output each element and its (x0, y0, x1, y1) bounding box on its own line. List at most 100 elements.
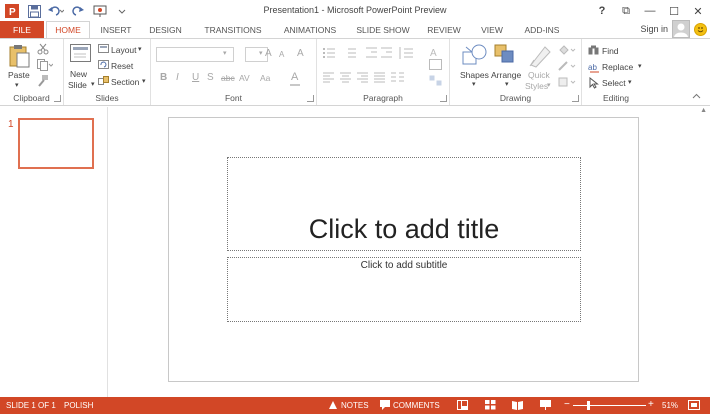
smartart-icon[interactable] (429, 75, 443, 89)
select-button[interactable]: Select (602, 78, 626, 88)
layout-icon[interactable] (98, 44, 109, 56)
comments-button[interactable]: COMMENTS (393, 401, 440, 410)
section-icon[interactable] (98, 76, 109, 88)
drawing-dialog-launcher[interactable] (572, 95, 579, 102)
align-left-icon[interactable] (323, 72, 335, 85)
align-text-icon[interactable] (429, 59, 443, 73)
normal-view-icon[interactable] (457, 400, 468, 410)
select-icon[interactable] (589, 76, 599, 91)
shapes-button[interactable]: Shapes (460, 70, 489, 80)
grow-font-button[interactable]: A (265, 48, 272, 59)
underline-button[interactable]: U (192, 72, 199, 83)
new-slide-label-line1[interactable]: New (70, 69, 87, 79)
clear-formatting-button[interactable]: A (297, 48, 304, 59)
format-painter-icon[interactable] (37, 75, 49, 89)
shape-outline-icon[interactable] (558, 61, 576, 74)
notes-button[interactable]: NOTES (341, 401, 369, 410)
decrease-indent-icon[interactable] (366, 47, 378, 61)
shape-effects-icon[interactable] (558, 77, 576, 90)
tab-animations[interactable]: ANIMATIONS (278, 21, 342, 39)
ribbon-display-options-button[interactable]: ⧉ (614, 0, 638, 22)
strikethrough-button[interactable]: abc (221, 73, 235, 83)
tab-file[interactable]: FILE (0, 21, 44, 39)
tab-add-ins[interactable]: ADD-INS (518, 21, 566, 39)
sign-in-link[interactable]: Sign in (640, 24, 668, 34)
italic-button[interactable]: I (176, 72, 179, 83)
change-case-button[interactable]: Aa (260, 73, 270, 83)
text-direction-icon[interactable]: A (429, 44, 443, 60)
tab-home[interactable]: HOME (46, 21, 90, 39)
shapes-dropdown-icon[interactable]: ▾ (472, 80, 476, 88)
tab-view[interactable]: VIEW (475, 21, 509, 39)
help-button[interactable]: ? (590, 0, 614, 22)
zoom-level[interactable]: 51% (662, 401, 678, 410)
shrink-font-button[interactable]: A (279, 50, 284, 59)
text-shadow-button[interactable]: S (207, 72, 214, 83)
line-spacing-icon[interactable] (399, 47, 415, 61)
copy-icon[interactable] (37, 59, 54, 73)
font-size-dropdown-icon[interactable]: ▾ (259, 49, 263, 57)
arrange-button[interactable]: Arrange (491, 70, 521, 80)
reset-icon[interactable] (98, 60, 109, 72)
font-dialog-launcher[interactable] (307, 95, 314, 102)
zoom-slider-thumb[interactable] (587, 401, 590, 410)
maximize-button[interactable]: ☐ (662, 0, 686, 22)
new-slide-label-line2[interactable]: Slide (68, 80, 87, 90)
arrange-icon[interactable] (494, 44, 518, 68)
find-icon[interactable] (588, 45, 600, 58)
replace-icon[interactable]: ab (588, 61, 601, 75)
bullets-icon[interactable] (323, 47, 341, 61)
arrange-dropdown-icon[interactable]: ▾ (505, 80, 509, 88)
new-slide-dropdown-icon[interactable]: ▾ (91, 80, 95, 88)
replace-button[interactable]: Replace (602, 62, 633, 72)
zoom-slider-track[interactable] (573, 405, 646, 406)
comments-icon[interactable] (380, 400, 391, 410)
tab-review[interactable]: REVIEW (423, 21, 465, 39)
align-center-icon[interactable] (340, 72, 352, 85)
section-dropdown-icon[interactable]: ▾ (142, 77, 146, 85)
align-right-icon[interactable] (357, 72, 369, 85)
character-spacing-button[interactable]: AV (239, 73, 250, 83)
layout-dropdown-icon[interactable]: ▾ (138, 45, 142, 53)
shapes-icon[interactable] (462, 43, 488, 69)
avatar[interactable] (672, 20, 690, 38)
subtitle-placeholder[interactable]: Click to add subtitle (227, 257, 581, 322)
bold-button[interactable]: B (160, 72, 167, 83)
justify-icon[interactable] (374, 72, 386, 85)
send-feedback-smile-icon[interactable] (694, 23, 707, 36)
collapse-ribbon-icon[interactable] (692, 91, 701, 101)
quick-styles-icon[interactable] (528, 44, 552, 70)
shape-fill-icon[interactable] (558, 45, 576, 58)
reset-button[interactable]: Reset (111, 61, 133, 71)
layout-button[interactable]: Layout (111, 45, 137, 55)
tab-insert[interactable]: INSERT (94, 21, 138, 39)
zoom-out-button[interactable]: − (564, 399, 570, 410)
tab-transitions[interactable]: TRANSITIONS (200, 21, 266, 39)
replace-dropdown-icon[interactable]: ▾ (638, 62, 642, 70)
minimize-button[interactable]: — (638, 0, 662, 22)
paste-icon[interactable] (8, 44, 30, 70)
language-indicator[interactable]: POLISH (64, 401, 93, 410)
new-slide-icon[interactable] (70, 44, 92, 66)
section-button[interactable]: Section (111, 77, 139, 87)
select-dropdown-icon[interactable]: ▾ (628, 78, 632, 86)
title-placeholder[interactable]: Click to add title (227, 157, 581, 251)
close-button[interactable]: ✕ (686, 0, 710, 22)
clipboard-dialog-launcher[interactable] (54, 95, 61, 102)
quick-styles-label-line1[interactable]: Quick (528, 70, 550, 80)
zoom-in-button[interactable]: + (648, 399, 654, 410)
tab-design[interactable]: DESIGN (143, 21, 188, 39)
quick-styles-dropdown-icon[interactable]: ▾ (547, 81, 551, 89)
quick-styles-label-line2[interactable]: Styles (525, 81, 548, 91)
notes-icon[interactable] (329, 400, 340, 410)
slide-thumbnail[interactable] (18, 118, 94, 169)
fit-slide-to-window-icon[interactable] (688, 400, 700, 410)
increase-indent-icon[interactable] (381, 47, 393, 61)
paste-dropdown-icon[interactable]: ▾ (15, 81, 19, 89)
tab-slide-show[interactable]: SLIDE SHOW (352, 21, 414, 39)
cut-icon[interactable] (37, 43, 49, 57)
reading-view-icon[interactable] (512, 400, 523, 410)
find-button[interactable]: Find (602, 46, 619, 56)
columns-icon[interactable] (391, 72, 405, 85)
slide-canvas[interactable]: Click to add title Click to add subtitle (168, 117, 639, 382)
